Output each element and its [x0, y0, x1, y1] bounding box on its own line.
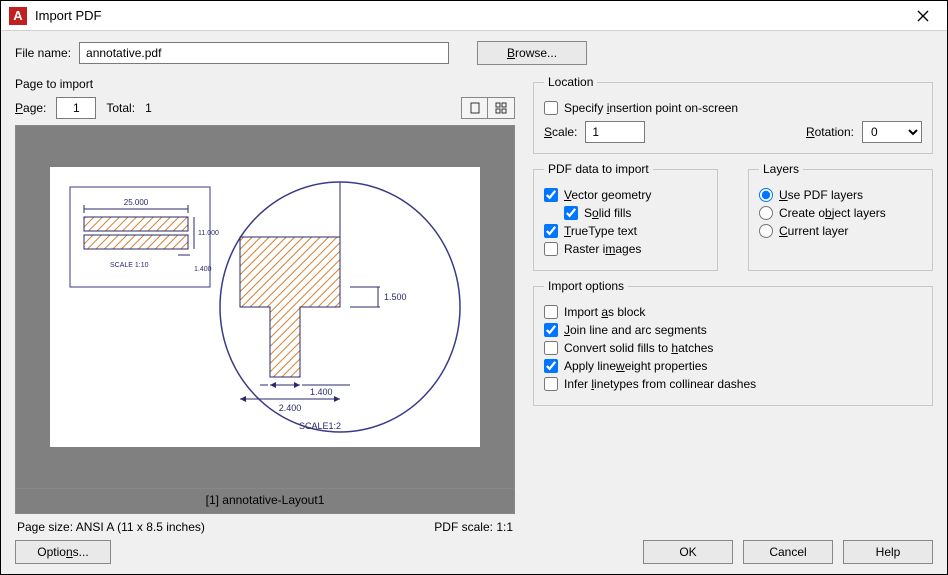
join-segments-checkbox[interactable] [544, 323, 558, 337]
total-label: Total: [106, 101, 135, 115]
lineweight-checkbox[interactable] [544, 359, 558, 373]
infer-linetypes-checkbox[interactable] [544, 377, 558, 391]
scale-input[interactable] [585, 121, 645, 143]
svg-text:2.400: 2.400 [279, 403, 302, 413]
options-button[interactable]: Options... [15, 540, 111, 564]
raster-images-checkbox[interactable] [544, 242, 558, 256]
page-to-import-label: Page to import [15, 77, 515, 91]
app-icon: A [9, 7, 27, 25]
view-grid-button[interactable] [488, 98, 514, 118]
convert-hatches-label: Convert solid fills to hatches [564, 341, 713, 355]
truetype-checkbox[interactable] [544, 224, 558, 238]
solid-fills-checkbox[interactable] [564, 206, 578, 220]
specify-insertion-label: Specify insertion point on-screen [564, 101, 738, 115]
close-icon [917, 10, 929, 22]
svg-text:SCALE1:2: SCALE1:2 [299, 421, 341, 431]
truetype-label: TrueType text [564, 224, 637, 238]
svg-text:1.500: 1.500 [384, 292, 407, 302]
preview-drawing: 25.000 11.000 [50, 167, 480, 447]
preview-caption: [1] annotative-Layout1 [15, 489, 515, 514]
scale-label: Scale: [544, 125, 577, 139]
specify-insertion-checkbox[interactable] [544, 101, 558, 115]
import-as-block-checkbox[interactable] [544, 305, 558, 319]
layers-group: Layers Use PDF layers Create object laye… [748, 162, 933, 271]
raster-images-label: Raster images [564, 242, 641, 256]
rotation-select[interactable]: 0 [862, 121, 922, 143]
ok-button[interactable]: OK [643, 540, 733, 564]
import-as-block-label: Import as block [564, 305, 645, 319]
layers-legend: Layers [759, 162, 803, 176]
lineweight-label: Apply lineweight properties [564, 359, 707, 373]
rotation-label: Rotation: [806, 125, 854, 139]
grid-icon [495, 102, 507, 114]
import-options-legend: Import options [544, 279, 628, 293]
create-object-layers-radio[interactable] [759, 206, 773, 220]
svg-text:1.400: 1.400 [310, 387, 333, 397]
titlebar: A Import PDF [1, 1, 947, 31]
location-group: Location Specify insertion point on-scre… [533, 75, 933, 154]
infer-linetypes-label: Infer linetypes from collinear dashes [564, 377, 756, 391]
svg-text:11.000: 11.000 [198, 230, 219, 237]
preview-page: 25.000 11.000 [50, 167, 480, 447]
single-page-icon [469, 102, 481, 114]
file-name-label: File name: [15, 46, 71, 60]
file-name-input[interactable] [79, 42, 449, 64]
close-button[interactable] [903, 2, 943, 30]
cancel-button[interactable]: Cancel [743, 540, 833, 564]
page-label: Page: [15, 101, 46, 115]
svg-text:SCALE 1:10: SCALE 1:10 [110, 262, 149, 269]
solid-fills-label: Solid fills [584, 206, 631, 220]
page-size: Page size: ANSI A (11 x 8.5 inches) [17, 520, 205, 534]
browse-button[interactable]: Browse... [477, 41, 587, 65]
window-title: Import PDF [35, 8, 903, 23]
join-segments-label: Join line and arc segments [564, 323, 707, 337]
use-pdf-layers-radio[interactable] [759, 188, 773, 202]
current-layer-radio[interactable] [759, 224, 773, 238]
pdf-scale: PDF scale: 1:1 [434, 520, 513, 534]
svg-text:25.000: 25.000 [124, 198, 149, 207]
pdf-data-group: PDF data to import Vector geometry Solid… [533, 162, 718, 271]
pdf-data-legend: PDF data to import [544, 162, 653, 176]
import-pdf-dialog: A Import PDF File name: Browse... Page t… [0, 0, 948, 575]
page-preview[interactable]: 25.000 11.000 [15, 125, 515, 489]
view-mode-toggle [461, 97, 515, 119]
import-options-group: Import options Import as block Join line… [533, 279, 933, 406]
page-number-input[interactable] [56, 97, 96, 119]
total-value: 1 [145, 101, 152, 115]
current-layer-label: Current layer [779, 224, 848, 238]
location-legend: Location [544, 75, 597, 89]
create-object-layers-label: Create object layers [779, 206, 886, 220]
vector-geometry-checkbox[interactable] [544, 188, 558, 202]
vector-geometry-label: Vector geometry [564, 188, 651, 202]
use-pdf-layers-label: Use PDF layers [779, 188, 863, 202]
svg-text:1.400: 1.400 [194, 266, 212, 273]
view-single-button[interactable] [462, 98, 488, 118]
help-button[interactable]: Help [843, 540, 933, 564]
convert-hatches-checkbox[interactable] [544, 341, 558, 355]
